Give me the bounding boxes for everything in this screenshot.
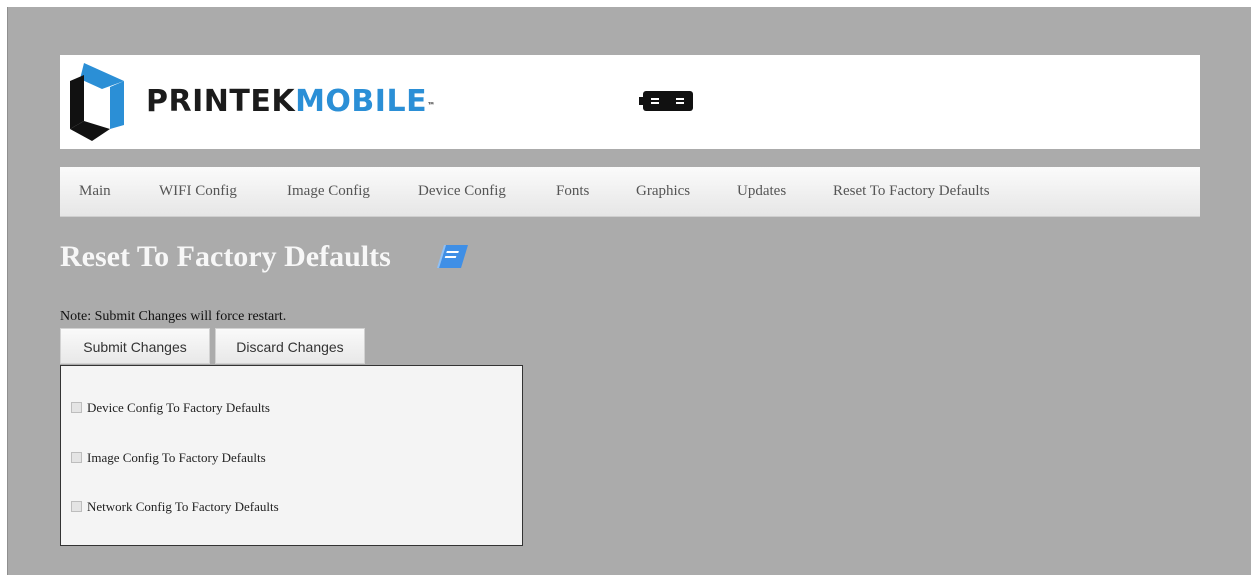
submit-changes-button[interactable]: Submit Changes — [60, 328, 210, 364]
network-config-checkbox[interactable] — [71, 501, 82, 512]
brand-part-1: PRINTEK — [146, 84, 296, 119]
battery-icon — [639, 91, 693, 111]
restart-note: Note: Submit Changes will force restart. — [60, 309, 287, 324]
nav-item-graphics[interactable]: Graphics — [636, 167, 690, 216]
device-config-checkbox[interactable] — [71, 402, 82, 413]
discard-changes-button[interactable]: Discard Changes — [215, 328, 365, 364]
trademark-symbol: ™ — [427, 101, 436, 110]
option-device-config: Device Config To Factory Defaults — [71, 399, 270, 417]
option-image-config: Image Config To Factory Defaults — [71, 449, 266, 467]
page-title: Reset To Factory Defaults — [60, 240, 391, 273]
header-banner: PRINTEKMOBILE™ — [60, 55, 1200, 149]
network-config-label: Network Config To Factory Defaults — [87, 499, 279, 514]
nav-item-device-config[interactable]: Device Config — [418, 167, 506, 216]
nav-item-fonts[interactable]: Fonts — [556, 167, 589, 216]
image-config-label: Image Config To Factory Defaults — [87, 450, 266, 465]
brand-name: PRINTEKMOBILE™ — [146, 84, 436, 120]
image-config-checkbox[interactable] — [71, 452, 82, 463]
nav-item-main[interactable]: Main — [79, 167, 111, 216]
nav-item-image-config[interactable]: Image Config — [287, 167, 370, 216]
nav-item-updates[interactable]: Updates — [737, 167, 786, 216]
main-nav: Main WIFI Config Image Config Device Con… — [60, 167, 1200, 217]
option-network-config: Network Config To Factory Defaults — [71, 498, 279, 516]
book-icon[interactable] — [437, 244, 469, 270]
nav-item-reset-factory[interactable]: Reset To Factory Defaults — [833, 167, 990, 216]
device-config-label: Device Config To Factory Defaults — [87, 400, 270, 415]
brand-part-2: MOBILE — [295, 84, 428, 119]
nav-item-wifi-config[interactable]: WIFI Config — [159, 167, 237, 216]
printek-logo-icon — [70, 63, 124, 141]
reset-options-panel: Device Config To Factory Defaults Image … — [60, 365, 523, 546]
